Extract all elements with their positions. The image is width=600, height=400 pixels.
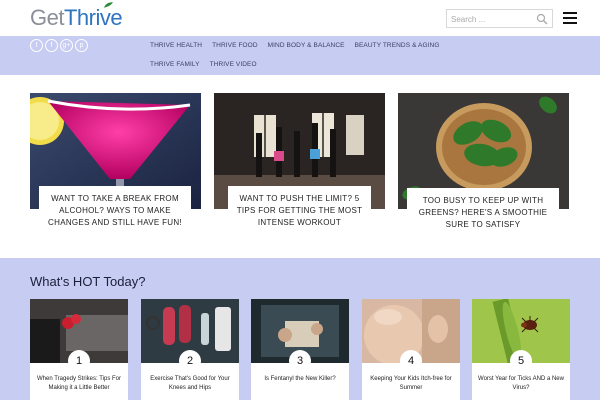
logo-get-text: Get	[30, 5, 64, 30]
pinterest-icon[interactable]: p	[75, 39, 88, 52]
nav-bar: t f g+ p THRIVE HEALTH THRIVE FOOD MIND …	[0, 36, 600, 75]
hot-item-4-title[interactable]: Keeping Your Kids Itch-free for Summer	[366, 375, 456, 393]
hot-today-section: What's HOT Today? 1 When Tragedy Strikes…	[0, 258, 600, 400]
hot-item-5[interactable]: 5 Worst Year for Ticks AND a New Virus?	[472, 299, 570, 400]
facebook-icon[interactable]: f	[45, 39, 58, 52]
hot-item-2-number: 2	[179, 350, 201, 372]
hot-item-1-number: 1	[68, 350, 90, 372]
site-logo[interactable]: Get Thrive	[30, 2, 123, 30]
hot-item-4-number: 4	[400, 350, 422, 372]
featured-caption-2[interactable]: WANT TO PUSH THE LIMIT? 5 TIPS FOR GETTI…	[228, 186, 371, 230]
twitter-icon[interactable]: t	[30, 39, 43, 52]
hamburger-menu-icon[interactable]	[563, 12, 577, 24]
hot-item-5-title[interactable]: Worst Year for Ticks AND a New Virus?	[476, 375, 566, 393]
search-icon[interactable]	[536, 13, 548, 25]
leaf-icon	[103, 2, 113, 8]
featured-caption-1[interactable]: WANT TO TAKE A BREAK FROM ALCOHOL? WAYS …	[39, 186, 191, 230]
hot-item-3[interactable]: 3 Is Fentanyl the New Killer?	[251, 299, 349, 400]
search-box[interactable]	[446, 9, 553, 28]
logo-thrive-label: Thrive	[63, 5, 123, 30]
hot-item-3-number: 3	[289, 350, 311, 372]
google-plus-icon[interactable]: g+	[60, 39, 73, 52]
hot-item-2[interactable]: 2 Exercise That's Good for Your Knees an…	[141, 299, 239, 400]
search-input[interactable]	[451, 12, 533, 26]
hot-item-1-title[interactable]: When Tragedy Strikes: Tips For Making it…	[34, 375, 124, 393]
hot-item-1[interactable]: 1 When Tragedy Strikes: Tips For Making …	[30, 299, 128, 400]
logo-thrive-text: Thrive	[63, 2, 123, 30]
featured-caption-3[interactable]: TOO BUSY TO KEEP UP WITH GREENS? HERE'S …	[407, 188, 559, 232]
site-header: Get Thrive	[0, 0, 600, 36]
nav-thrive-health[interactable]: THRIVE HEALTH	[150, 42, 202, 49]
nav-thrive-family[interactable]: THRIVE FAMILY	[150, 61, 200, 68]
nav-thrive-food[interactable]: THRIVE FOOD	[212, 42, 258, 49]
hot-item-3-title[interactable]: Is Fentanyl the New Killer?	[255, 375, 345, 384]
nav-mind-body-balance[interactable]: MIND BODY & BALANCE	[268, 42, 345, 49]
hot-item-4[interactable]: 4 Keeping Your Kids Itch-free for Summer	[362, 299, 460, 400]
nav-beauty-trends-aging[interactable]: BEAUTY TRENDS & AGING	[355, 42, 440, 49]
hot-today-heading: What's HOT Today?	[30, 274, 146, 289]
hot-item-2-title[interactable]: Exercise That's Good for Your Knees and …	[145, 375, 235, 393]
hot-item-5-number: 5	[510, 350, 532, 372]
main-nav: THRIVE HEALTH THRIVE FOOD MIND BODY & BA…	[150, 36, 450, 74]
social-links: t f g+ p	[30, 39, 88, 52]
nav-thrive-video[interactable]: THRIVE VIDEO	[210, 61, 257, 68]
